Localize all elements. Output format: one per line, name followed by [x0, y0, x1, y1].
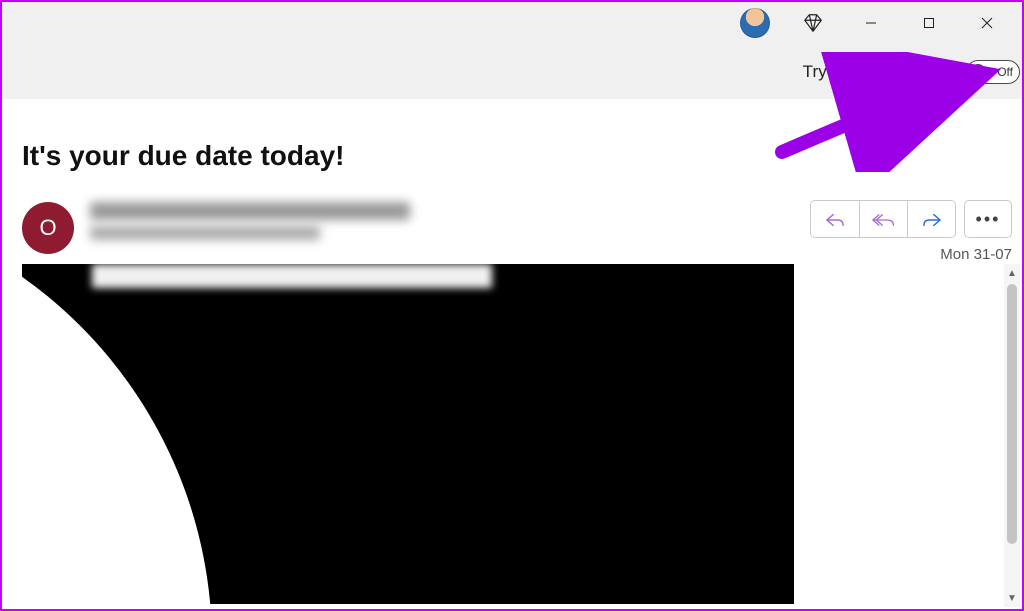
vertical-scrollbar[interactable]: ▲ ▼ — [1004, 264, 1020, 607]
forward-icon — [921, 211, 943, 229]
sender-initial: O — [39, 215, 56, 241]
reply-all-button[interactable] — [859, 201, 907, 238]
sender-info — [90, 200, 810, 240]
titlebar — [2, 2, 1022, 44]
reply-button[interactable] — [811, 201, 859, 238]
ellipsis-icon: ••• — [976, 209, 1001, 230]
email-subject: It's your due date today! — [22, 140, 1022, 172]
avatar-image — [740, 8, 770, 38]
email-header: O — [22, 200, 1012, 263]
body-top-redacted — [92, 264, 492, 288]
try-new-outlook-bar: Try the new Outlook Off — [2, 44, 1022, 100]
email-timestamp: Mon 31-07 — [940, 246, 1012, 263]
scroll-up-button[interactable]: ▲ — [1004, 264, 1020, 282]
toggle-state-label: Off — [997, 65, 1013, 79]
scroll-down-button[interactable]: ▼ — [1004, 589, 1020, 607]
try-new-outlook-toggle[interactable]: Off — [966, 60, 1020, 84]
message-actions: ••• Mon 31-07 — [810, 200, 1012, 263]
close-button[interactable] — [958, 3, 1016, 43]
recipient-redacted — [90, 226, 320, 240]
premium-icon[interactable] — [784, 3, 842, 43]
reply-all-icon — [872, 211, 896, 229]
sender-name-redacted — [90, 202, 410, 220]
sender-avatar[interactable]: O — [22, 202, 74, 254]
more-actions-button[interactable]: ••• — [964, 200, 1012, 238]
minimize-button[interactable] — [842, 3, 900, 43]
forward-button[interactable] — [907, 201, 955, 238]
maximize-button[interactable] — [900, 3, 958, 43]
reply-icon — [824, 211, 846, 229]
account-avatar[interactable] — [726, 3, 784, 43]
toggle-knob — [970, 64, 986, 80]
try-new-outlook-label: Try the new Outlook — [803, 62, 956, 82]
scroll-thumb[interactable] — [1007, 284, 1017, 544]
reply-forward-group — [810, 200, 956, 238]
email-body — [22, 264, 794, 604]
